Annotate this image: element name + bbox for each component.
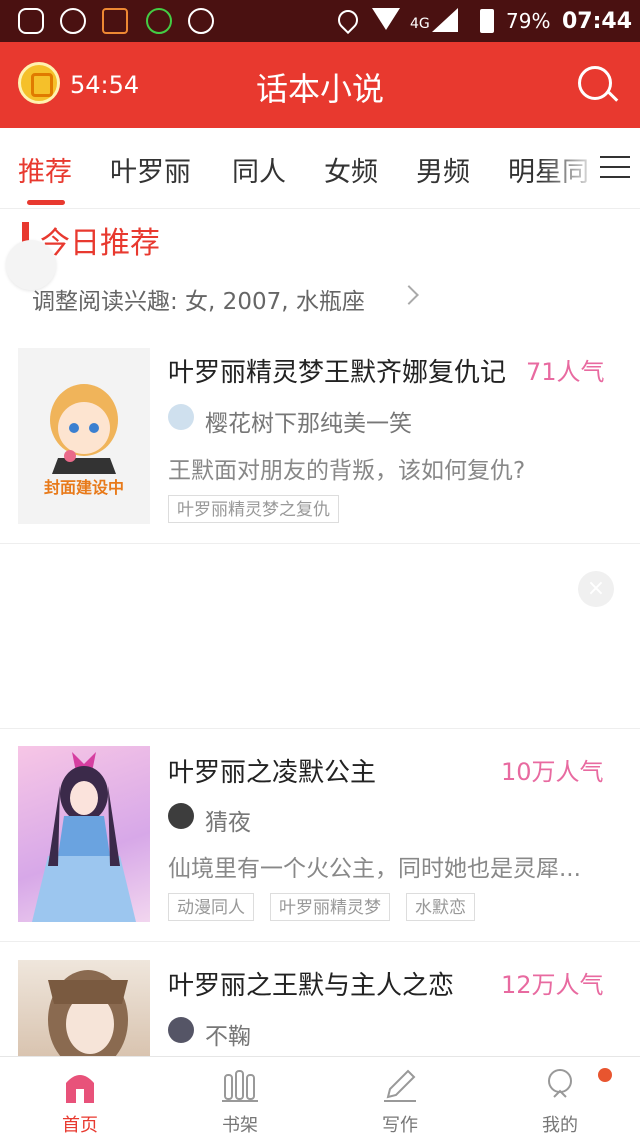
divider [0,941,640,942]
book-title: 叶罗丽之王默与主人之恋 [168,971,455,1001]
status-bar: 4G 79% 07:44 [0,0,640,42]
tab-fade [540,128,600,208]
book-cover [18,746,150,922]
tab-fanfic[interactable]: 同人 [232,150,286,189]
popularity: 10万人气 [501,758,604,786]
nav-home[interactable]: 首页 [0,1057,160,1139]
location-icon [333,5,363,35]
author-avatar [168,1017,194,1043]
book-tag[interactable]: 动漫同人 [168,893,254,921]
book-description: 仙境里有一个火公主，同时她也是灵犀... [168,856,581,882]
close-icon[interactable]: × [578,571,614,607]
search-icon[interactable] [578,66,612,100]
battery-icon [480,9,494,33]
author-avatar [168,803,194,829]
tab-recommend[interactable]: 推荐 [18,150,72,189]
book-tag[interactable]: 叶罗丽精灵梦 [270,893,390,921]
book-description: 王默面对朋友的背叛，该如何复仇? [168,458,526,484]
popularity: 12万人气 [501,971,604,999]
bookshelf-icon [222,1070,258,1102]
cloud-icon [18,8,44,34]
nav-bookshelf[interactable]: 书架 [160,1057,320,1139]
profile-icon [548,1069,572,1098]
popularity: 71人气 [526,358,605,386]
menu-icon[interactable] [600,156,630,178]
book-cover [18,960,150,1056]
tab-yeluoli[interactable]: 叶罗丽 [110,150,191,189]
clock: 07:44 [562,9,633,34]
app-logo-icon [102,8,128,34]
nav-label: 我的 [542,1115,578,1136]
book-tag[interactable]: 叶罗丽精灵梦之复仇 [168,495,339,523]
author-avatar [168,404,194,430]
battery-percent: 79% [506,9,551,33]
book-title: 叶罗丽精灵梦王默齐娜复仇记 [168,358,507,388]
book-cover: 封面建设中 [18,348,150,524]
home-icon [66,1075,94,1103]
nav-label: 写作 [382,1115,418,1136]
colorful-app-icon [146,8,172,34]
author-name: 猜夜 [205,810,251,836]
divider [0,728,640,729]
nav-label: 书架 [222,1115,258,1136]
divider [0,543,640,544]
bottom-navigation: 首页 书架 写作 我的 [0,1056,640,1139]
nav-write[interactable]: 写作 [320,1057,480,1139]
page-title: 话本小说 [255,70,384,108]
pen-icon [384,1069,416,1102]
app-header: 54:54 话本小说 [0,42,640,128]
author-name: 樱花树下那纯美一笑 [205,411,412,437]
book-title: 叶罗丽之凌默公主 [168,758,377,788]
tab-female[interactable]: 女频 [324,150,378,189]
girl-illustration [48,970,128,1056]
book-tag[interactable]: 水默恋 [406,893,475,921]
cover-placeholder-text: 封面建设中 [43,478,124,497]
notification-dot [598,1068,612,1082]
tab-male[interactable]: 男频 [416,150,470,189]
key-icon [188,8,214,34]
author-name: 不鞠 [205,1024,251,1050]
wifi-icon [372,8,400,30]
active-tab-indicator [27,200,65,205]
network-type: 4G [410,16,430,32]
chevron-right-icon [399,285,419,305]
section-title: 今日推荐 [40,226,160,261]
nav-label: 首页 [62,1115,98,1136]
princess-illustration [32,752,136,922]
nav-profile[interactable]: 我的 [480,1057,640,1139]
uc-browser-icon [60,8,86,34]
adjust-interest-link[interactable]: 调整阅读兴趣: 女, 2007, 水瓶座 [32,282,365,316]
signal-icon [432,8,458,32]
category-tabs: 推荐 叶罗丽 同人 女频 男频 明星同 [0,128,640,209]
